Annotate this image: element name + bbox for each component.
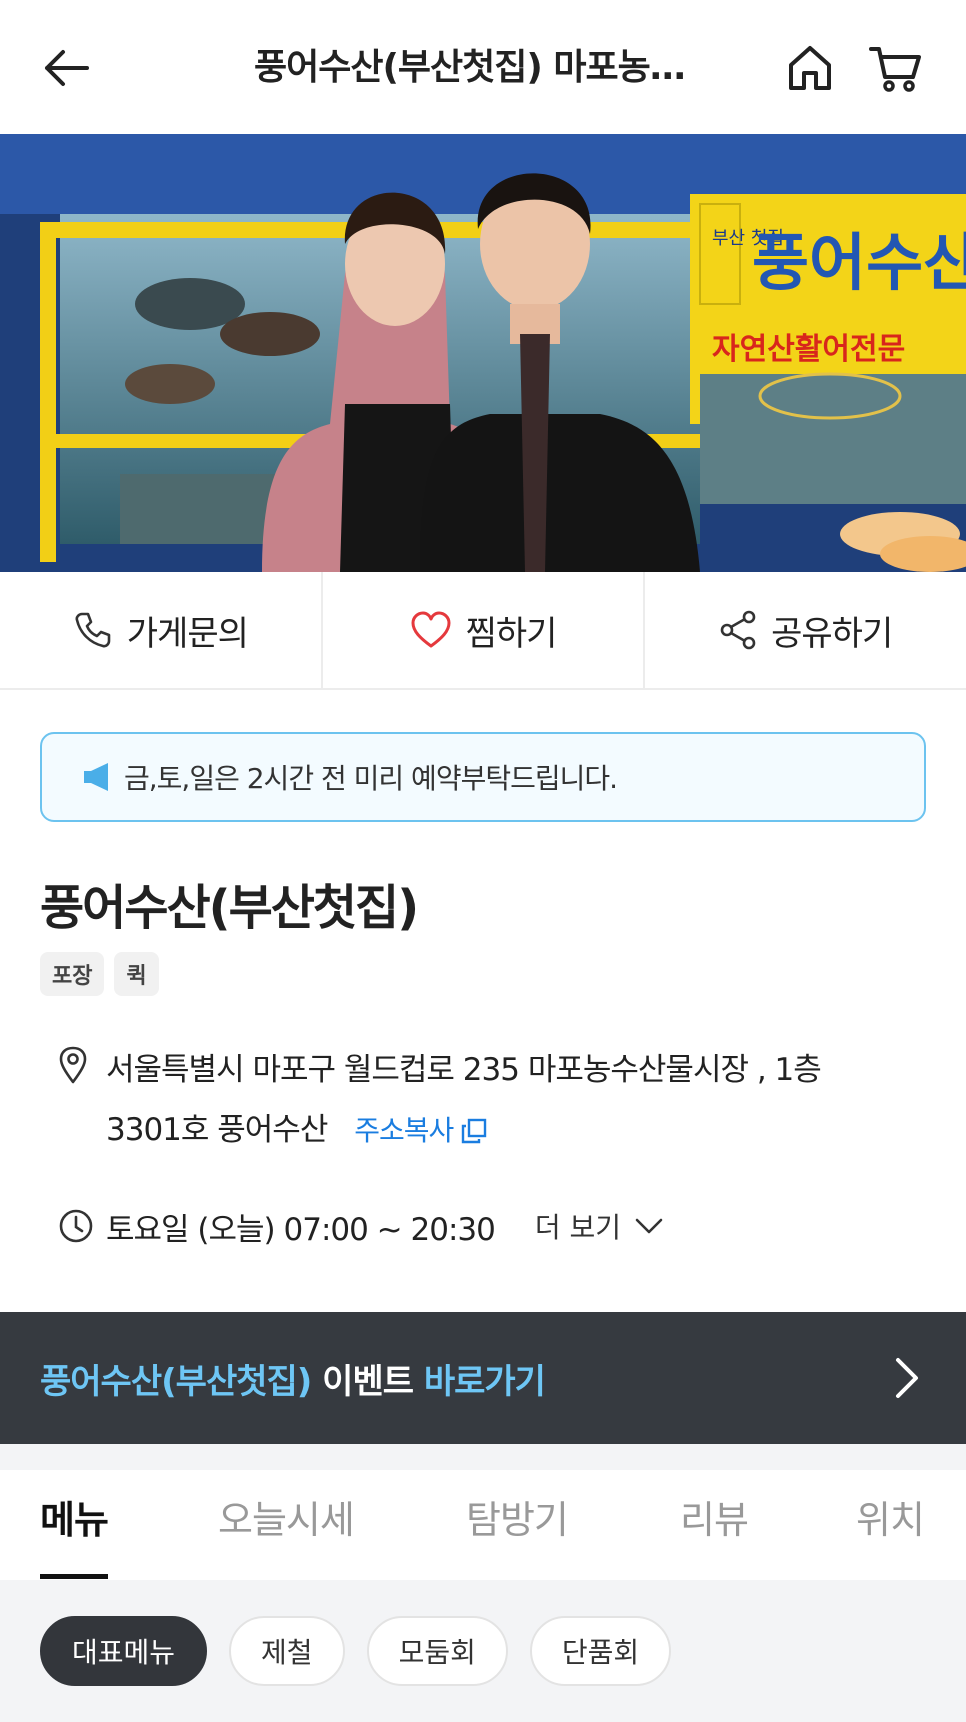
event-middle-text: 이벤트 [311, 1361, 424, 1402]
more-hours-button[interactable]: 더 보기 [535, 1206, 663, 1246]
store-hero-image: 부산 첫집 풍어수산 자연산활어전문 [0, 134, 966, 572]
chip-seasonal[interactable]: 제철 [229, 1616, 345, 1686]
event-store-name: 풍어수산(부산첫집) [40, 1361, 312, 1402]
copy-address-button[interactable]: 주소복사 [354, 1101, 487, 1161]
event-banner[interactable]: 풍어수산(부산첫집) 이벤트 바로가기 [0, 1312, 966, 1444]
home-button[interactable] [778, 36, 842, 100]
contact-store-label: 가게문의 [126, 613, 249, 654]
phone-icon [75, 612, 111, 648]
address-line-1: 서울특별시 마포구 월드컵로 235 마포농수산물시장 , 1층 [106, 1052, 822, 1088]
tab-reviews[interactable]: 리뷰 [680, 1490, 749, 1550]
store-photo: 부산 첫집 풍어수산 자연산활어전문 [0, 134, 966, 572]
event-banner-text: 풍어수산(부산첫집) 이벤트 바로가기 [40, 1354, 546, 1403]
section-divider [0, 1444, 966, 1470]
chevron-right-icon [896, 1358, 918, 1398]
chip-signature-menu[interactable]: 대표메뉴 [40, 1616, 208, 1686]
business-hours: 토요일 (오늘) 07:00 ~ 20:30 더 보기 [58, 1196, 663, 1256]
store-action-bar: 가게문의 찜하기 공유하기 [0, 572, 966, 690]
chip-single-sashimi[interactable]: 단품회 [529, 1616, 672, 1686]
home-icon [789, 46, 831, 90]
content-tabs: 메뉴 오늘시세 탐방기 리뷰 위치 [0, 1470, 966, 1580]
favorite-label: 찜하기 [465, 613, 558, 654]
sign-sub: 자연산활어전문 [712, 332, 905, 367]
favorite-button[interactable]: 찜하기 [320, 572, 644, 688]
copy-address-label: 주소복사 [354, 1114, 454, 1147]
share-icon [720, 610, 756, 650]
tab-today-price[interactable]: 오늘시세 [218, 1490, 355, 1550]
back-button[interactable] [36, 38, 96, 98]
share-label: 공유하기 [771, 613, 893, 654]
chip-assorted-sashimi[interactable]: 모둠회 [366, 1616, 508, 1686]
tab-location[interactable]: 위치 [856, 1490, 925, 1550]
menu-category-filters: 대표메뉴 제철 모둠회 단품회 [0, 1580, 966, 1722]
chevron-down-icon [635, 1218, 663, 1234]
location-pin-icon [59, 1046, 87, 1084]
sign-main: 풍어수산 [752, 226, 966, 299]
notice-banner: 금,토,일은 2시간 전 미리 예약부탁드립니다. [40, 732, 926, 822]
badge-takeout: 포장 [40, 952, 105, 996]
event-link-text: 바로가기 [423, 1361, 546, 1402]
page-title: 풍어수산(부산첫집) 마포농… [254, 47, 686, 88]
arrow-left-icon [45, 50, 89, 86]
more-hours-label: 더 보기 [534, 1211, 622, 1244]
service-badges: 포장 퀵 [40, 952, 159, 996]
clock-icon [59, 1209, 93, 1243]
address-line-2: 3301호 풍어수산 [106, 1112, 328, 1148]
tab-visit-review[interactable]: 탐방기 [466, 1490, 569, 1550]
store-name: 풍어수산(부산첫집) [40, 880, 419, 936]
copy-icon [462, 1118, 487, 1144]
hours-text: 토요일 (오늘) 07:00 ~ 20:30 [106, 1211, 496, 1248]
active-tab-indicator [40, 1574, 108, 1579]
notice-text: 금,토,일은 2시간 전 미리 예약부탁드립니다. [124, 762, 618, 795]
cart-button[interactable] [864, 36, 928, 100]
badge-quick: 퀵 [114, 952, 159, 996]
contact-store-button[interactable]: 가게문의 [0, 572, 321, 688]
megaphone-icon [84, 763, 108, 791]
tab-menu[interactable]: 메뉴 [40, 1490, 109, 1550]
top-app-bar: 풍어수산(부산첫집) 마포농… [0, 0, 966, 134]
cart-icon [869, 47, 921, 92]
share-button[interactable]: 공유하기 [643, 572, 966, 688]
heart-icon [411, 611, 451, 648]
